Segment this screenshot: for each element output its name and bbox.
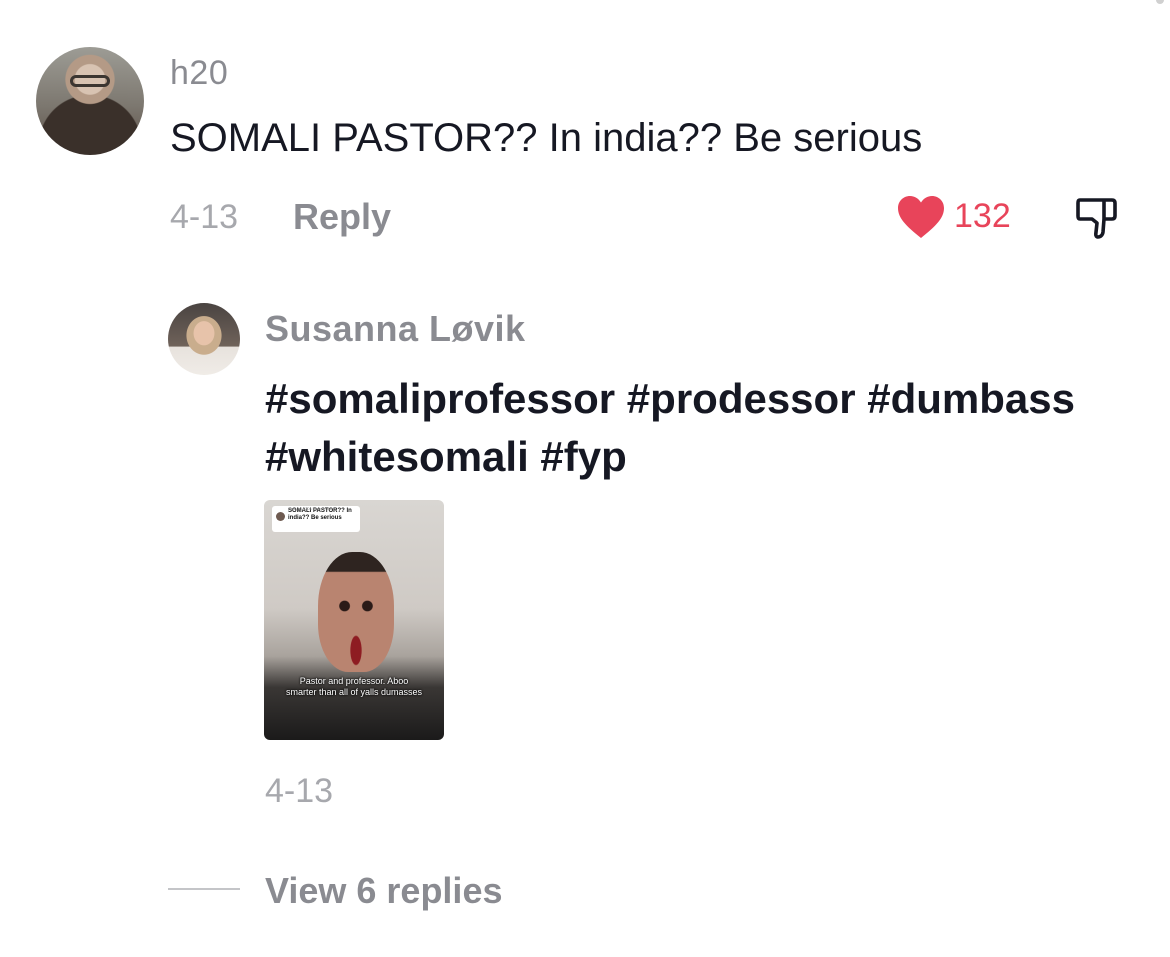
comment-text: SOMALI PASTOR?? In india?? Be serious (170, 116, 923, 160)
reply-avatar[interactable] (168, 303, 240, 375)
reply-username[interactable]: Susanna Løvik (265, 308, 526, 350)
avatar[interactable] (36, 47, 144, 155)
reply-text: #somaliprofessor #prodessor #dumbass #wh… (265, 375, 1075, 480)
video-comment-sticker: Svar på h20s kommentar SOMALI PASTOR?? I… (272, 506, 360, 532)
view-replies-button[interactable]: View 6 replies (265, 870, 502, 912)
avatar-glasses (70, 75, 110, 87)
video-thumbnail[interactable]: Svar på h20s kommentar SOMALI PASTOR?? I… (264, 500, 444, 740)
comment-date: 4-13 (170, 198, 239, 236)
video-caption: Pastor and professor. Aboo smarter than … (285, 676, 423, 697)
thumbs-down-icon[interactable] (1074, 194, 1122, 240)
sticker-avatar (276, 512, 285, 521)
video-face (318, 552, 394, 672)
heart-icon[interactable] (896, 194, 946, 240)
sticker-prefix: Svar på h20s kommentar (288, 506, 333, 511)
reply-date: 4-13 (265, 772, 334, 810)
like-count: 132 (954, 197, 1011, 235)
divider-line (168, 888, 240, 890)
comment-username[interactable]: h20 (170, 54, 228, 93)
scroll-indicator (1156, 0, 1164, 4)
reply-button[interactable]: Reply (293, 196, 391, 238)
